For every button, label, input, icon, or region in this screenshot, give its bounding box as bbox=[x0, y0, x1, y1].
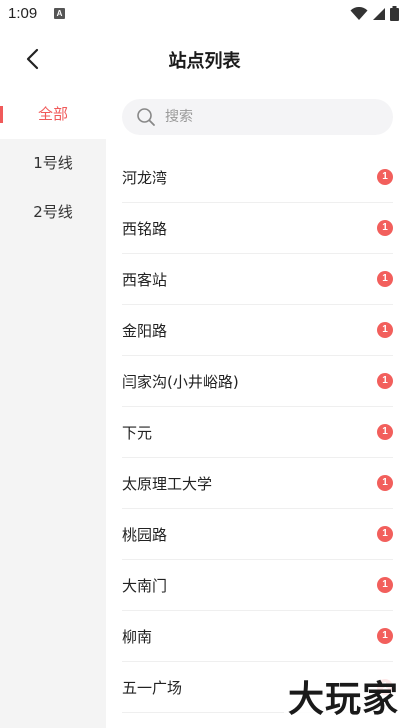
station-row[interactable]: 下元 1 bbox=[122, 407, 393, 458]
station-badge: 1 bbox=[377, 628, 393, 644]
station-row[interactable]: 桃园路 1 bbox=[122, 509, 393, 560]
watermark-logo: 大玩家 bbox=[283, 670, 403, 722]
station-row[interactable]: 金阳路 1 bbox=[122, 305, 393, 356]
station-name: 太原理工大学 bbox=[122, 474, 213, 493]
station-name: 柳南 bbox=[122, 627, 153, 646]
station-name: 下元 bbox=[122, 423, 153, 442]
sidebar-item-label: 全部 bbox=[37, 105, 68, 123]
sidebar: 全部 1号线 2号线 bbox=[0, 90, 106, 728]
station-name: 大南门 bbox=[122, 576, 168, 595]
station-name: 闫家沟(小井峪路) bbox=[122, 372, 239, 391]
search-input[interactable] bbox=[163, 108, 367, 126]
station-name: 桃园路 bbox=[122, 525, 168, 544]
station-row[interactable]: 柳南 1 bbox=[122, 611, 393, 662]
status-time: 1:09 bbox=[8, 5, 38, 22]
station-row[interactable]: 西铭路 1 bbox=[122, 203, 393, 254]
station-name: 西客站 bbox=[122, 270, 168, 289]
status-icons bbox=[350, 6, 399, 21]
station-badge: 1 bbox=[377, 577, 393, 593]
station-name: 五一广场 bbox=[122, 678, 183, 697]
sidebar-item-label: 2号线 bbox=[33, 203, 73, 221]
station-row[interactable]: 大南门 1 bbox=[122, 560, 393, 611]
search-box[interactable] bbox=[122, 99, 393, 135]
station-badge: 1 bbox=[377, 373, 393, 389]
battery-icon bbox=[390, 6, 399, 21]
station-badge: 1 bbox=[377, 220, 393, 236]
station-list: 河龙湾 1 西铭路 1 西客站 1 金阳路 1 闫家沟(小井峪路) 1 下元 1… bbox=[122, 152, 393, 713]
status-bar: 1:09 A bbox=[0, 0, 409, 28]
sidebar-item-line-1[interactable]: 1号线 bbox=[0, 139, 106, 188]
wifi-icon bbox=[350, 6, 368, 20]
station-badge: 1 bbox=[377, 271, 393, 287]
station-name: 河龙湾 bbox=[122, 168, 168, 187]
station-badge: 1 bbox=[377, 322, 393, 338]
station-row[interactable]: 闫家沟(小井峪路) 1 bbox=[122, 356, 393, 407]
main-content: 河龙湾 1 西铭路 1 西客站 1 金阳路 1 闫家沟(小井峪路) 1 下元 1… bbox=[106, 90, 409, 728]
page-title: 站点列表 bbox=[168, 51, 241, 72]
station-badge: 1 bbox=[377, 424, 393, 440]
notification-a-icon: A bbox=[54, 8, 65, 19]
sidebar-item-line-2[interactable]: 2号线 bbox=[0, 188, 106, 237]
search-icon bbox=[137, 108, 155, 126]
station-name: 西铭路 bbox=[122, 219, 168, 238]
station-row[interactable]: 河龙湾 1 bbox=[122, 152, 393, 203]
header: 站点列表 bbox=[0, 28, 409, 90]
sidebar-item-label: 1号线 bbox=[33, 154, 73, 172]
station-badge: 1 bbox=[377, 475, 393, 491]
station-name: 金阳路 bbox=[122, 321, 168, 340]
signal-icon bbox=[373, 7, 385, 20]
sidebar-item-all[interactable]: 全部 bbox=[0, 90, 106, 139]
station-badge: 1 bbox=[377, 526, 393, 542]
station-row[interactable]: 西客站 1 bbox=[122, 254, 393, 305]
station-row[interactable]: 太原理工大学 1 bbox=[122, 458, 393, 509]
station-badge: 1 bbox=[377, 169, 393, 185]
